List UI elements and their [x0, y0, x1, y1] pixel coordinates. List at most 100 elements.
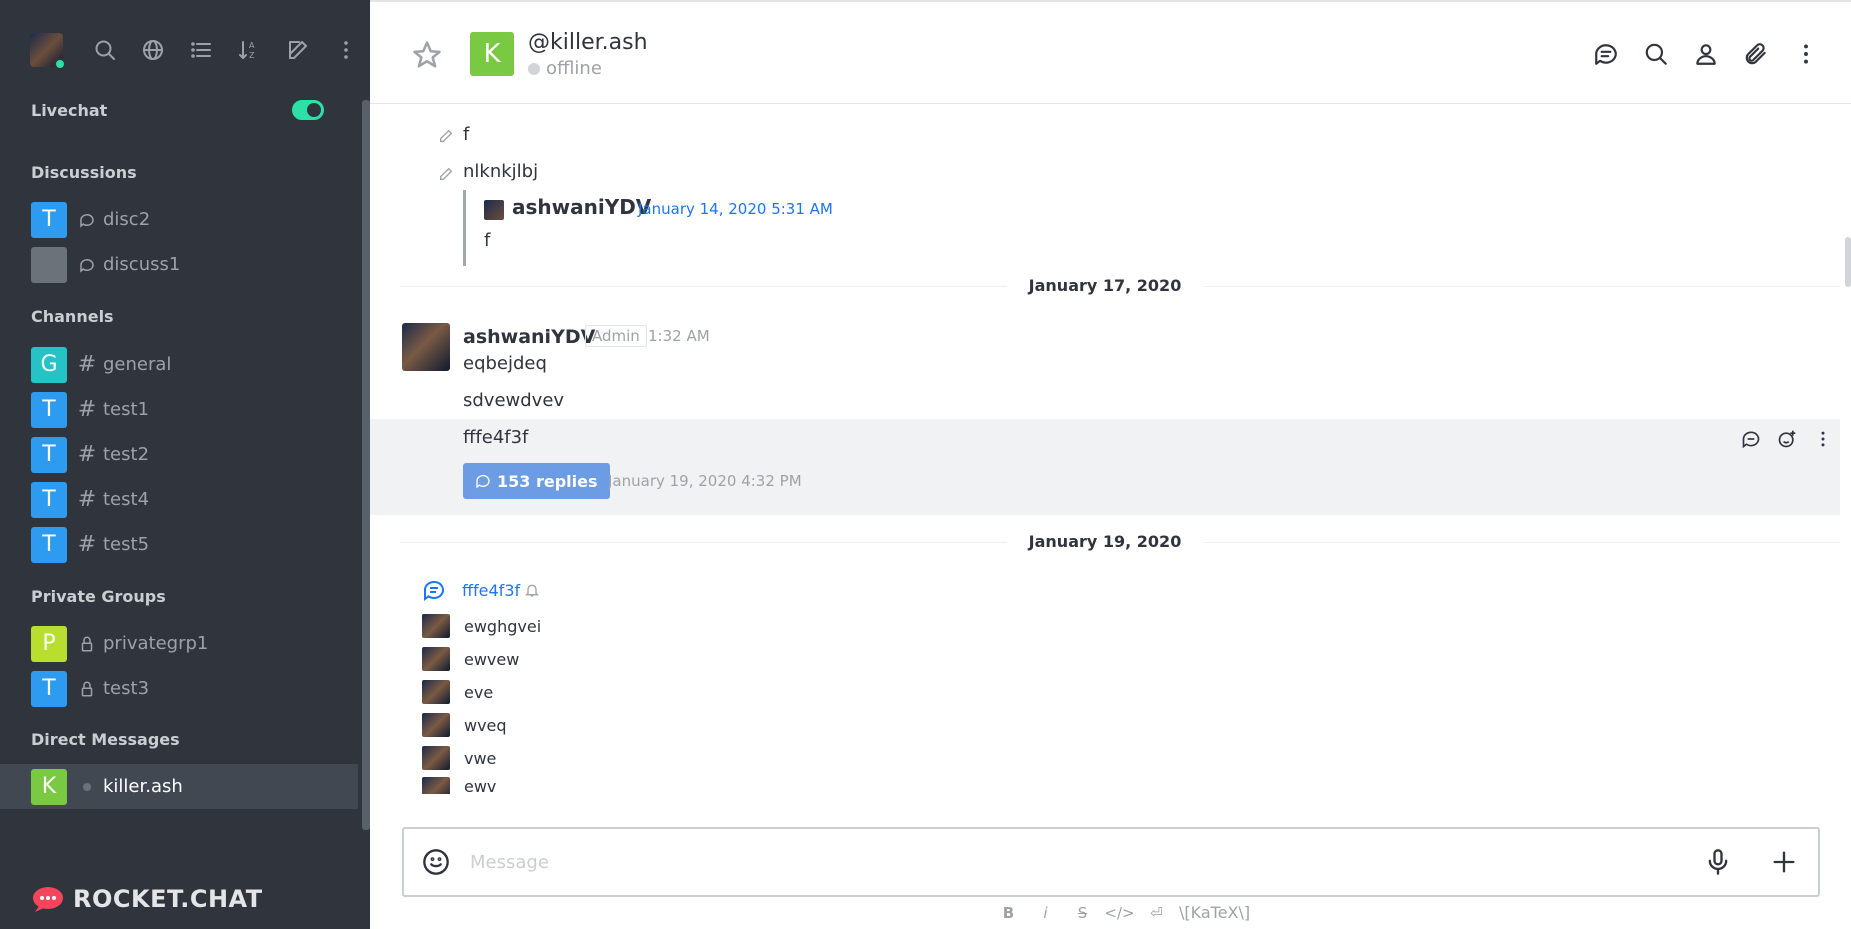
add-reaction-icon[interactable] — [1769, 427, 1805, 451]
kebab-menu-icon[interactable] — [1781, 36, 1831, 72]
room-avatar: T — [31, 391, 67, 428]
favorite-star-icon[interactable] — [412, 40, 442, 70]
thread-title-link[interactable]: fffe4f3f — [462, 581, 520, 600]
room-avatar: T — [31, 670, 67, 707]
sidebar-item-test4[interactable]: T # test4 — [0, 477, 370, 522]
user-info-icon[interactable] — [1681, 36, 1731, 72]
italic-button[interactable]: i — [1027, 904, 1064, 922]
quote-username: ashwaniYDV — [512, 195, 652, 219]
date-divider: January 17, 2020 — [370, 276, 1840, 295]
message-composer — [402, 827, 1820, 897]
microphone-icon[interactable] — [1704, 848, 1732, 876]
search-icon[interactable] — [81, 33, 129, 67]
sidebar-item-label: test5 — [103, 534, 150, 555]
sidebar-item-discuss1[interactable]: discuss1 — [0, 242, 370, 287]
livechat-row: Livechat — [0, 100, 370, 120]
discussions-heading: Discussions — [31, 163, 137, 182]
sidebar-item-label: test1 — [103, 399, 150, 420]
offline-status-dot — [528, 62, 540, 75]
directory-globe-icon[interactable] — [129, 33, 177, 67]
multiline-button[interactable]: ⏎ — [1138, 904, 1175, 922]
sidebar-item-test3[interactable]: T test3 — [0, 666, 370, 711]
sidebar-item-test2[interactable]: T # test2 — [0, 432, 370, 477]
channels-heading: Channels — [31, 307, 114, 326]
search-icon[interactable] — [1631, 36, 1681, 72]
message-actions — [1733, 427, 1841, 451]
message-avatar[interactable] — [402, 323, 450, 371]
message-username[interactable]: ashwaniYDV — [463, 326, 595, 348]
katex-link[interactable]: \[KaTeX\] — [1179, 903, 1250, 922]
message-input[interactable] — [470, 847, 1670, 877]
sidebar-item-disc2[interactable]: T disc2 — [0, 197, 370, 242]
emoji-icon[interactable] — [422, 848, 450, 876]
reply-text: ewvew — [464, 649, 520, 669]
rocket-chat-logo-icon — [33, 887, 63, 912]
sidebar-item-general[interactable]: G # general — [0, 342, 370, 387]
sidebar-item-privategrp1[interactable]: P privategrp1 — [0, 621, 370, 666]
reply-avatar — [422, 777, 450, 794]
threads-icon[interactable] — [1581, 36, 1631, 72]
sidebar-item-label: test2 — [103, 444, 150, 465]
sidebar-item-label: test4 — [103, 489, 150, 510]
thread-reply[interactable]: eve — [422, 678, 493, 706]
sort-icon[interactable]: AZ — [225, 33, 273, 67]
bell-icon[interactable] — [524, 582, 540, 598]
sidebar-item-label: discuss1 — [103, 254, 181, 275]
message-scrollbar[interactable] — [1845, 237, 1851, 287]
room-avatar: T — [31, 481, 67, 518]
svg-text:A: A — [249, 41, 255, 50]
sidebar-item-test5[interactable]: T # test5 — [0, 522, 370, 567]
attachment-clip-icon[interactable] — [1731, 36, 1781, 72]
quoted-message[interactable]: ashwaniYDV January 14, 2020 5:31 AM f — [463, 190, 833, 266]
message-text: fffe4f3f — [463, 427, 529, 448]
status-text: offline — [546, 58, 602, 79]
thread-reply[interactable]: ewvew — [422, 645, 519, 673]
thread-header[interactable]: fffe4f3f — [422, 578, 540, 602]
reply-text: ewv — [464, 777, 497, 794]
user-avatar[interactable] — [30, 33, 66, 70]
thread-reply[interactable]: vwe — [422, 744, 496, 772]
hashtag-icon: # — [77, 532, 97, 557]
sidebar-item-label: test3 — [103, 678, 150, 699]
more-menu-icon[interactable] — [322, 33, 370, 67]
thread-replies-button[interactable]: 153 replies — [463, 463, 610, 499]
thread-reply[interactable]: wveq — [422, 711, 507, 739]
bold-button[interactable]: B — [990, 904, 1027, 922]
message-text: sdvewdvev — [463, 390, 565, 411]
lock-icon — [77, 679, 97, 699]
hashtag-icon: # — [77, 352, 97, 377]
lock-icon — [77, 634, 97, 654]
message-text: nlknkjlbj — [463, 161, 539, 182]
thread-icon — [423, 580, 444, 602]
add-plus-icon[interactable] — [1770, 848, 1798, 876]
reply-text: vwe — [464, 748, 497, 768]
thread-reply[interactable]: ewv — [422, 777, 496, 794]
date-divider: January 19, 2020 — [370, 532, 1840, 551]
sidebar-item-test1[interactable]: T # test1 — [0, 387, 370, 432]
thread-replies-label: 153 replies — [497, 471, 598, 491]
reply-thread-icon[interactable] — [1733, 427, 1769, 451]
room-avatar: K — [470, 32, 514, 76]
strikethrough-button[interactable]: S — [1064, 904, 1101, 922]
header-actions — [1581, 36, 1831, 72]
create-new-icon[interactable] — [274, 33, 322, 67]
thread-reply[interactable]: ewghgvei — [422, 612, 541, 640]
discussion-icon — [77, 255, 97, 275]
sidebar-scrollbar[interactable] — [362, 100, 370, 830]
sidebar-item-killer-ash[interactable]: K killer.ash — [0, 764, 358, 809]
user-status: offline — [528, 58, 602, 79]
room-avatar: T — [31, 201, 67, 238]
quote-timestamp-link[interactable]: January 14, 2020 5:31 AM — [638, 200, 833, 218]
reply-avatar — [422, 647, 450, 671]
list-view-icon[interactable] — [177, 33, 225, 67]
code-button[interactable]: </> — [1101, 904, 1138, 922]
message-menu-icon[interactable] — [1805, 427, 1841, 451]
date-divider-label: January 17, 2020 — [1006, 276, 1204, 295]
private-groups-heading: Private Groups — [31, 587, 166, 606]
livechat-toggle[interactable] — [292, 100, 324, 120]
sidebar-item-label: general — [103, 354, 172, 375]
sidebar-item-label: killer.ash — [103, 776, 183, 797]
room-header: K @killer.ash offline — [370, 0, 1851, 104]
message-time: 1:32 AM — [648, 327, 710, 345]
room-avatar: K — [31, 768, 67, 805]
